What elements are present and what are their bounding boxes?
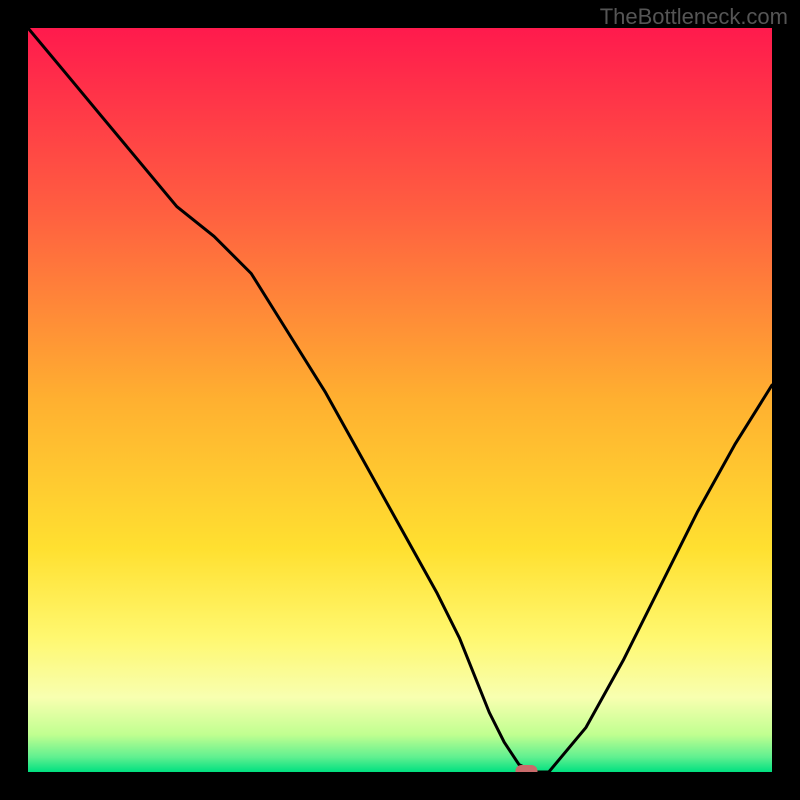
optimal-point-marker (515, 765, 537, 772)
bottleneck-chart (28, 28, 772, 772)
chart-background (28, 28, 772, 772)
watermark-text: TheBottleneck.com (600, 4, 788, 30)
chart-container: TheBottleneck.com (0, 0, 800, 800)
plot-area (28, 28, 772, 772)
